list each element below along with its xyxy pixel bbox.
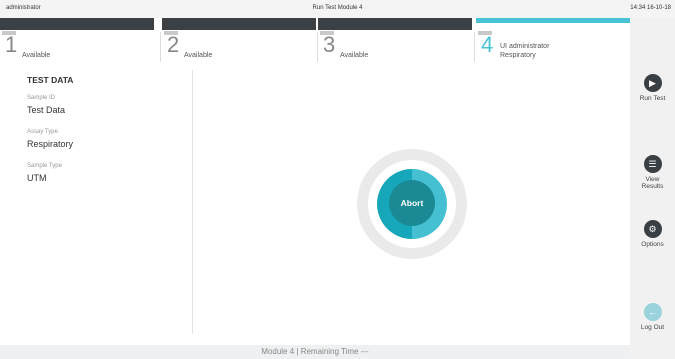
module-status: Available	[340, 52, 369, 59]
sidebar: ▶ Run Test ☰ View Results ⚙ Options ← Lo…	[630, 18, 675, 359]
module-tab-3[interactable]: 3 Available	[318, 18, 472, 64]
play-icon: ▶	[643, 74, 662, 92]
run-test-label: Run Test	[639, 95, 666, 102]
module-strip	[318, 18, 472, 30]
module-strip-active	[476, 18, 630, 23]
log-out-label: Log Out	[640, 324, 665, 331]
view-results-button[interactable]: ☰ View Results	[630, 155, 675, 190]
module-tab-4[interactable]: 4 UI administrator Respiratory	[476, 18, 630, 64]
abort-button[interactable]: Abort	[389, 180, 435, 226]
assay-type-value: Respiratory	[27, 139, 74, 149]
options-label: Options	[641, 241, 664, 248]
logout-icon: ←	[643, 303, 662, 321]
tab-divider	[160, 32, 161, 62]
log-out-button[interactable]: ← Log Out	[630, 303, 675, 331]
assay-type-label: Assay Type	[27, 129, 58, 135]
sample-id-label: Sample ID	[27, 95, 56, 101]
window-title: Run Test Module 4	[312, 5, 363, 11]
status-bar: Module 4 | Remaining Time ---	[0, 345, 630, 359]
panel-divider	[192, 70, 193, 334]
module-number: 3	[323, 32, 336, 57]
sample-id-value: Test Data	[27, 105, 66, 115]
module-number: 4	[481, 32, 494, 57]
view-results-label-2: Results	[641, 183, 664, 190]
module-tab-2[interactable]: 2 Available	[162, 18, 316, 64]
test-data-panel: TEST DATA Sample ID Test Data Assay Type…	[0, 64, 193, 334]
top-bar: administrator Run Test Module 4 14:34 16…	[0, 0, 675, 18]
gear-icon: ⚙	[643, 220, 662, 238]
panel-title: TEST DATA	[27, 75, 74, 85]
list-icon: ☰	[643, 155, 662, 173]
module-user: UI administrator	[500, 43, 550, 50]
sample-type-label: Sample Type	[27, 163, 62, 169]
clock: 14:34 16-10-18	[630, 5, 671, 11]
run-test-button[interactable]: ▶ Run Test	[630, 74, 675, 102]
module-number: 2	[167, 32, 180, 57]
module-strip	[0, 18, 154, 30]
module-tabs: 1 Available 2 Available 3 Available 4 UI…	[0, 18, 630, 64]
module-status: Available	[184, 52, 213, 59]
module-strip	[162, 18, 316, 30]
module-status: Available	[22, 52, 51, 59]
options-button[interactable]: ⚙ Options	[630, 220, 675, 248]
module-tab-1[interactable]: 1 Available	[0, 18, 154, 64]
module-number: 1	[5, 32, 18, 57]
module-assay: Respiratory	[500, 52, 536, 59]
view-results-label-1: View	[645, 176, 660, 183]
tab-divider	[474, 32, 475, 62]
sample-type-value: UTM	[27, 173, 47, 183]
